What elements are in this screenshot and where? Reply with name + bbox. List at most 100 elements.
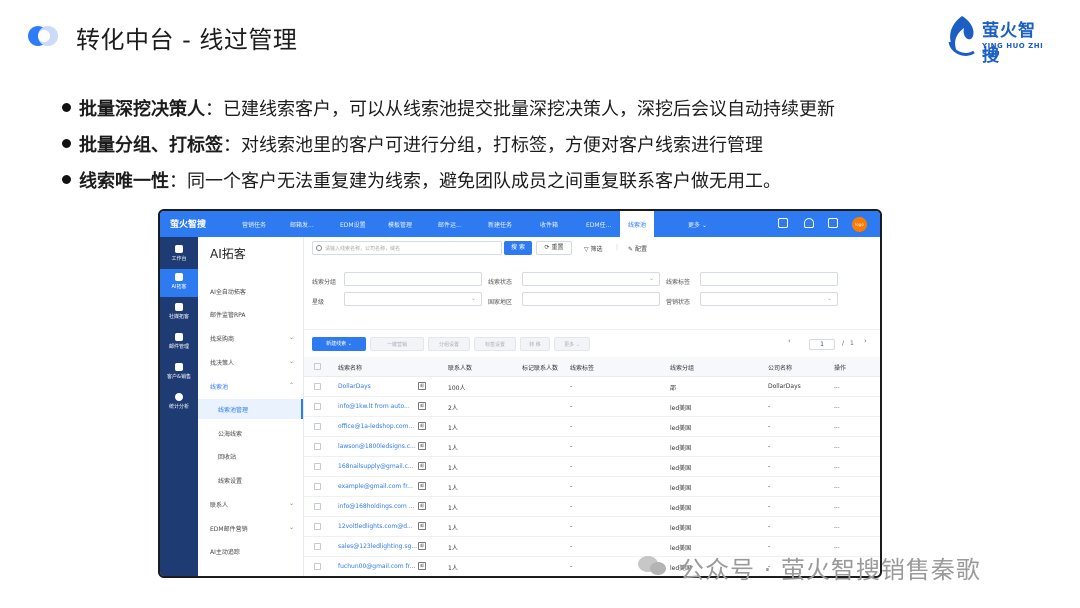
avatar[interactable]: logo [852, 217, 867, 232]
grid-icon[interactable] [828, 218, 838, 228]
select-all-checkbox[interactable] [314, 363, 321, 370]
column-header[interactable]: 线索分组 [670, 363, 694, 372]
menu-item-active[interactable]: 线索池管理 [198, 399, 303, 419]
menu-item[interactable]: 邮件监管RPA [210, 310, 304, 319]
lead-detail-icon[interactable]: 邮 [418, 422, 426, 430]
filter-button[interactable]: ▽ 筛选 [584, 244, 603, 253]
table-row[interactable]: 12voltledlights.com@d... 邮 1人 - led美国 -... [304, 517, 880, 537]
reset-button[interactable]: ⟳ 重置 [536, 241, 572, 255]
lead-name-link[interactable]: 12voltledlights.com@d... [338, 523, 422, 530]
table-row[interactable]: example@gmail.com fr... 邮 1人 - led美国 -... [304, 477, 880, 497]
rail-item-workbench[interactable]: 工作台 [160, 241, 198, 269]
next-page-icon[interactable]: › [864, 337, 867, 345]
menu-item[interactable]: 联系人 ⌄ [210, 500, 304, 509]
cell-op[interactable]: ... [834, 423, 840, 430]
menu-subitem[interactable]: 回收站 [218, 452, 298, 461]
lead-detail-icon[interactable]: 邮 [418, 502, 426, 510]
nav-item-more[interactable]: 更多 ⌄ [688, 220, 707, 229]
lead-detail-icon[interactable]: 邮 [418, 442, 426, 450]
lead-name-link[interactable]: example@gmail.com fr... [338, 483, 422, 490]
nav-item[interactable]: 模板管理 [388, 220, 412, 229]
column-header[interactable]: 线索标签 [570, 363, 594, 372]
table-row[interactable]: info@1kw.lt from auto... 邮 2人 - led美国 -... [304, 397, 880, 417]
row-checkbox[interactable] [314, 423, 321, 430]
nav-item[interactable]: 邮件运... [438, 220, 462, 229]
column-header[interactable]: 操作 [834, 363, 846, 372]
menu-item[interactable]: AI主动追踪 [210, 547, 304, 556]
transfer-button[interactable]: 转 移 [520, 337, 550, 351]
group-field[interactable] [344, 272, 482, 286]
lead-name-link[interactable]: sales@123ledlighting.sg... [338, 543, 422, 550]
table-row[interactable]: DollarDays 邮 100人 - 邵 DollarDays... [304, 377, 880, 397]
lead-name-link[interactable]: office@1a-ledshop.com... [338, 423, 422, 430]
new-lead-button[interactable]: 新建线索 ⌄ [312, 337, 366, 351]
one-click-marketing-button[interactable]: 一键营销 [370, 337, 424, 351]
tag-field[interactable] [700, 272, 838, 286]
group-settings-button[interactable]: 分组设置 [428, 337, 470, 351]
table-row[interactable]: office@1a-ledshop.com... 邮 1人 - led美国 -... [304, 417, 880, 437]
nav-item[interactable]: 收件箱 [540, 220, 558, 229]
menu-item[interactable]: EDM邮件营销 ⌄ [210, 524, 304, 533]
row-checkbox[interactable] [314, 463, 321, 470]
row-checkbox[interactable] [314, 543, 321, 550]
column-header[interactable]: 线索名称 [338, 363, 362, 372]
row-checkbox[interactable] [314, 483, 321, 490]
lead-detail-icon[interactable]: 邮 [418, 522, 426, 530]
lead-name-link[interactable]: fuchun00@gmail.com fr... [338, 563, 422, 570]
table-row[interactable]: lawson@1800ledsigns.c... 邮 1人 - led美国 -... [304, 437, 880, 457]
lead-name-link[interactable]: DollarDays [338, 383, 422, 390]
rail-item-customer[interactable]: 客户&销售 [160, 359, 198, 387]
lead-name-link[interactable]: info@168holdings.com ... [338, 503, 422, 510]
lead-detail-icon[interactable]: 邮 [418, 402, 426, 410]
rail-item-mail[interactable]: 邮件管理 [160, 329, 198, 357]
lead-detail-icon[interactable]: 邮 [418, 562, 426, 570]
config-button[interactable]: ✎ 配置 [628, 244, 647, 253]
menu-subitem[interactable]: 线索设置 [218, 476, 298, 485]
tag-settings-button[interactable]: 标签设置 [474, 337, 516, 351]
prev-page-icon[interactable]: ‹ [788, 337, 791, 345]
level-select[interactable]: ⌄ [344, 292, 482, 306]
rail-item-stats[interactable]: 统计分析 [160, 389, 198, 417]
table-row[interactable]: 168nailsupply@gmail.c... 邮 1人 - led美国 -... [304, 457, 880, 477]
nav-item[interactable]: EDM设置 [340, 220, 366, 229]
nav-item[interactable]: EDM任... [586, 220, 611, 229]
search-input[interactable]: 请输入线索名称，公司名称，域名 [312, 241, 502, 255]
row-checkbox[interactable] [314, 383, 321, 390]
marketing-select[interactable]: ⌄ [700, 292, 838, 306]
cell-op[interactable]: ... [834, 523, 840, 530]
status-select[interactable]: ⌄ [522, 272, 660, 286]
search-button[interactable]: 搜 索 [504, 241, 532, 255]
nav-item[interactable]: 新建任务 [488, 220, 512, 229]
lead-name-link[interactable]: info@1kw.lt from auto... [338, 403, 422, 410]
menu-item-open[interactable]: 线索池 ⌃ [210, 382, 304, 391]
more-actions-button[interactable]: 更多 ⌄ [554, 337, 590, 351]
column-header[interactable]: 联系人数 [448, 363, 472, 372]
rail-item-ai[interactable]: AI拓客 [160, 269, 198, 297]
lead-detail-icon[interactable]: 邮 [418, 462, 426, 470]
cell-op[interactable]: ... [834, 443, 840, 450]
cell-op[interactable]: ... [834, 503, 840, 510]
cell-op[interactable]: ... [834, 463, 840, 470]
nav-item[interactable]: 邮箱发... [290, 220, 314, 229]
nav-item-active[interactable]: 线索池 [620, 211, 655, 237]
table-row[interactable]: info@168holdings.com ... 邮 1人 - led美国 -... [304, 497, 880, 517]
cell-op[interactable]: ... [834, 483, 840, 490]
menu-subitem[interactable]: 公海线索 [218, 429, 298, 438]
cell-op[interactable]: ... [834, 403, 840, 410]
row-checkbox[interactable] [314, 523, 321, 530]
menu-item[interactable]: 找采购商 ⌄ [210, 334, 304, 343]
row-checkbox[interactable] [314, 503, 321, 510]
row-checkbox[interactable] [314, 563, 321, 570]
row-checkbox[interactable] [314, 403, 321, 410]
rail-item-social[interactable]: 社媒拓客 [160, 299, 198, 327]
lead-detail-icon[interactable]: 邮 [418, 542, 426, 550]
column-header[interactable]: 公司名称 [768, 363, 792, 372]
page-input[interactable]: 1 [809, 339, 835, 350]
country-field[interactable] [522, 292, 660, 306]
lead-name-link[interactable]: 168nailsupply@gmail.c... [338, 463, 422, 470]
menu-item[interactable]: 找决策人 ⌄ [210, 358, 304, 367]
row-checkbox[interactable] [314, 443, 321, 450]
bell-icon[interactable] [804, 218, 814, 228]
cell-op[interactable]: ... [834, 543, 840, 550]
nav-item[interactable]: 营销任务 [242, 220, 266, 229]
